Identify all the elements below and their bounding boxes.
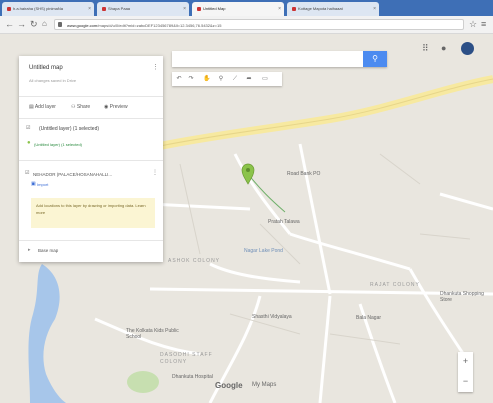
polyline-icon[interactable]: ⟋ [230, 74, 240, 84]
browser-toolbar: ← → ↻ ⌂ www.google.com/maps/d/u/0/edit?m… [0, 16, 493, 34]
layer-checkbox[interactable]: ☑ [26, 125, 30, 131]
more-options-icon[interactable]: ⋮ [152, 63, 159, 71]
park [127, 371, 159, 393]
notifications-icon[interactable]: ● [441, 43, 446, 53]
map-label: Shasthi Vidyalaya [252, 314, 292, 320]
ruler-icon[interactable]: ▭ [260, 74, 270, 84]
layer-feature[interactable]: (Untitled layer) (1 selected) [34, 142, 82, 147]
map-label: Road Bank PO [287, 171, 321, 177]
browser-tab[interactable]: Shapa Paaa × [97, 2, 189, 16]
map-label: RAJAT COLONY [370, 282, 420, 288]
zoom-out-icon[interactable]: − [458, 374, 473, 388]
home-icon[interactable]: ⌂ [42, 19, 47, 29]
map-label: Nagar Lake Pond [244, 248, 283, 254]
undo-icon[interactable]: ↶ [174, 74, 184, 84]
river [28, 264, 66, 403]
menu-icon[interactable]: ≡ [481, 19, 486, 29]
search-button[interactable]: ⚲ [363, 51, 387, 67]
map-label: Pratah Talawa [268, 219, 300, 225]
marker-icon[interactable]: ⚲ [216, 74, 226, 84]
layer-checkbox[interactable]: ☑ [25, 170, 29, 176]
browser-tab-active[interactable]: Untitled Map × [192, 2, 284, 16]
add-layer-button[interactable]: ▤ Add layer [29, 104, 56, 110]
reload-icon[interactable]: ↻ [30, 19, 38, 29]
bookmark-star-icon[interactable]: ☆ [469, 19, 477, 29]
back-icon[interactable]: ← [5, 19, 14, 29]
browser-tab[interactable]: h.a.hairaha (SHS) pinimaNa × [2, 2, 94, 16]
redo-icon[interactable]: ↷ [186, 74, 196, 84]
close-tab-icon[interactable]: × [88, 2, 91, 16]
map-label: Dhankuta Hospital [172, 374, 213, 380]
pan-hand-icon[interactable]: ✋ [202, 74, 212, 84]
layer-name[interactable]: (Untitled layer) (1 selected) [39, 126, 99, 132]
map-side-panel: Untitled map ⋮ All changes saved in Driv… [19, 56, 163, 262]
apps-grid-icon[interactable]: ⠿ [422, 43, 429, 54]
close-tab-icon[interactable]: × [373, 2, 376, 16]
import-icon: ▣ [31, 181, 36, 187]
minor-streets [179, 153, 471, 345]
close-tab-icon[interactable]: × [183, 2, 186, 16]
lock-icon [58, 22, 62, 27]
browser-tab-strip: h.a.hairaha (SHS) pinimaNa × Shapa Paaa × … [0, 0, 493, 16]
search-icon: ⚲ [372, 54, 378, 63]
map-search-input[interactable] [172, 51, 387, 67]
google-logo: Google [215, 381, 243, 390]
map-label: DASODHI STAFF COLONY [160, 352, 213, 365]
forward-icon[interactable]: → [17, 19, 26, 29]
save-status: All changes saved in Drive [29, 78, 77, 83]
map-title[interactable]: Untitled map [29, 65, 63, 71]
import-link[interactable]: Import [37, 182, 48, 187]
expand-icon[interactable]: ▸ [28, 247, 31, 253]
directions-icon[interactable]: ➦ [244, 74, 254, 84]
layer-name[interactable]: NEHADOR (PALACE/HOSANAHALLI... [33, 172, 112, 177]
map-label: ASHOK COLONY [168, 258, 221, 264]
map-label: The Kolkata Kids Public School [126, 328, 179, 340]
map-label: Bala Nagar [356, 315, 382, 321]
my-maps-logo: My Maps [252, 382, 277, 388]
account-avatar[interactable] [461, 42, 474, 55]
address-bar[interactable]: www.google.com/maps/d/u/0/edit?mid=zabcD… [54, 19, 464, 30]
preview-button[interactable]: ◉ Preview [104, 104, 128, 110]
layer-hint: Add locations to this layer by drawing o… [31, 198, 155, 228]
zoom-controls: + − [458, 352, 473, 392]
browser-tab[interactable]: Kottage Mapota haihaaat × [287, 2, 379, 16]
base-map-selector[interactable]: Base map [38, 248, 58, 253]
share-button[interactable]: ⚇ Share [71, 104, 90, 110]
map-label: Dhankuta Shopping Store [440, 291, 484, 303]
zoom-in-icon[interactable]: + [458, 354, 473, 368]
layer-options-icon[interactable]: ⋮ [152, 169, 158, 176]
main-road [159, 75, 493, 150]
map-pin-icon: ● [27, 140, 31, 146]
map-drawing-toolbar: ↶ ↷ ✋ ⚲ ⟋ ➦ ▭ [172, 72, 282, 86]
close-tab-icon[interactable]: × [278, 2, 281, 16]
